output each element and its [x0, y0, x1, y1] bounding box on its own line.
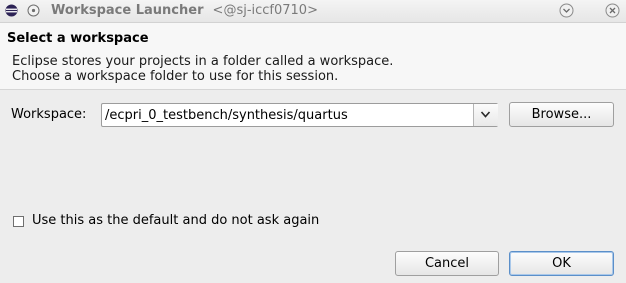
- header-description-line1: Eclipse stores your projects in a folder…: [12, 54, 394, 69]
- window-menu-icon[interactable]: [27, 4, 40, 17]
- header-description-line2: Choose a workspace folder to use for thi…: [12, 69, 339, 84]
- default-checkbox-label[interactable]: Use this as the default and do not ask a…: [32, 213, 319, 228]
- window-title-name: Workspace Launcher: [51, 3, 204, 18]
- window-title: Workspace Launcher <@sj-iccf0710>: [51, 3, 318, 18]
- close-icon[interactable]: [605, 3, 620, 18]
- window-title-host: <@sj-iccf0710>: [212, 3, 318, 18]
- default-checkbox[interactable]: [13, 216, 24, 227]
- workspace-combo[interactable]: [101, 103, 498, 127]
- header-title: Select a workspace: [7, 31, 149, 46]
- cancel-button[interactable]: Cancel: [395, 251, 499, 276]
- workspace-input[interactable]: [102, 104, 472, 126]
- title-bar: Workspace Launcher <@sj-iccf0710>: [0, 0, 626, 23]
- minimize-icon[interactable]: [559, 3, 574, 18]
- workspace-dropdown-button[interactable]: [473, 104, 498, 126]
- eclipse-icon[interactable]: [5, 4, 18, 17]
- chevron-down-icon: [480, 111, 491, 118]
- ok-button[interactable]: OK: [509, 251, 614, 276]
- workspace-label: Workspace:: [11, 107, 87, 122]
- dialog-header: Select a workspace Eclipse stores your p…: [0, 23, 626, 90]
- workspace-launcher-dialog: Workspace Launcher <@sj-iccf0710> Select…: [0, 0, 626, 283]
- browse-button[interactable]: Browse...: [509, 102, 614, 127]
